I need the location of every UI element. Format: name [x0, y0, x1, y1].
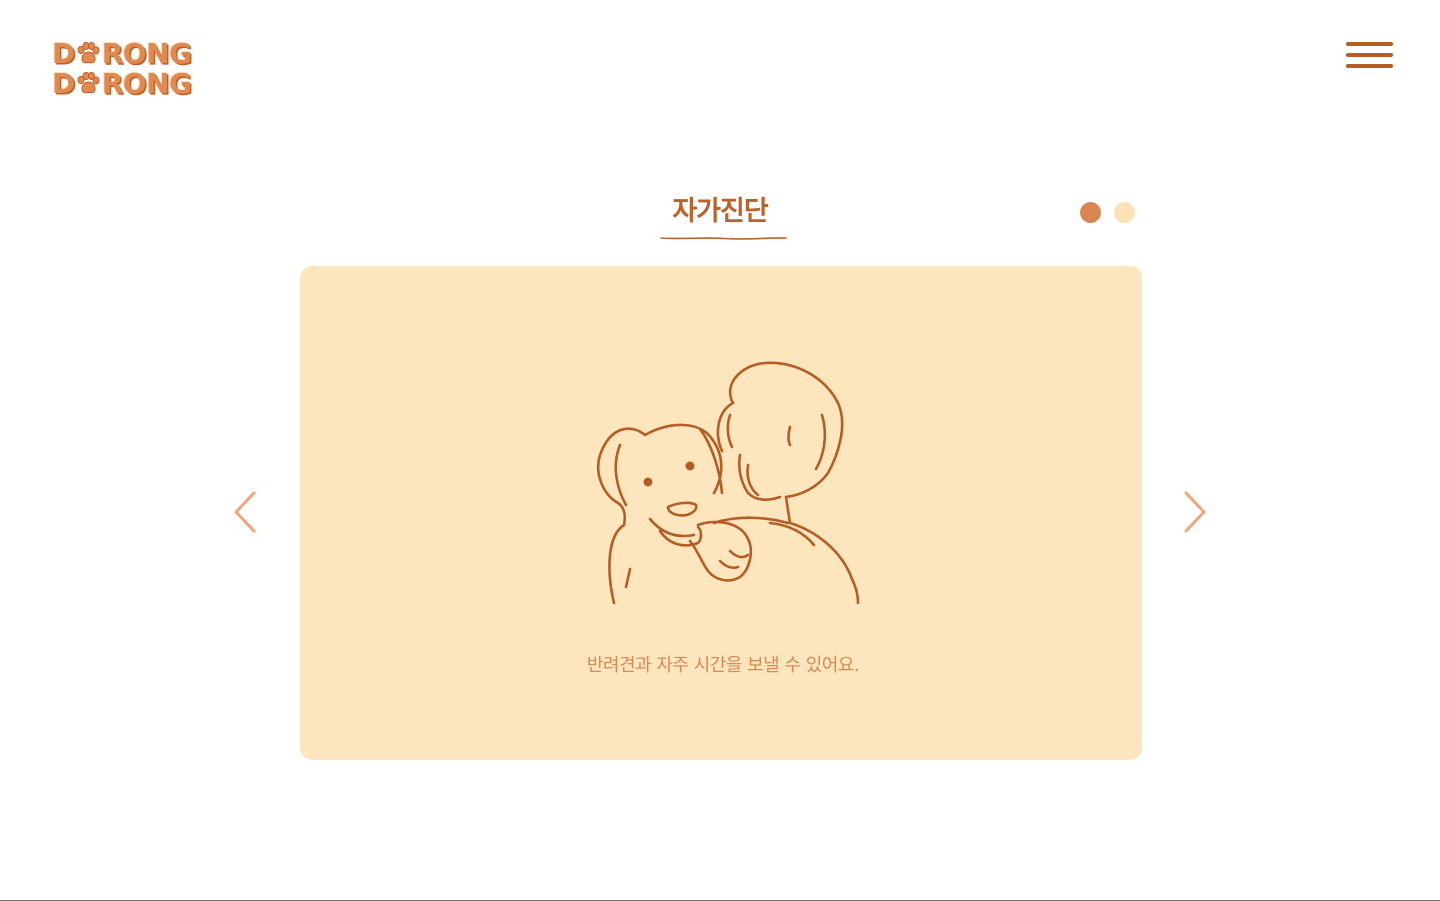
hamburger-bar — [1346, 53, 1393, 57]
logo-word-rong: RONG — [101, 67, 192, 100]
hamburger-bar — [1346, 64, 1393, 68]
pagination-dot-2[interactable] — [1114, 202, 1135, 223]
chevron-left-icon[interactable] — [232, 490, 258, 534]
logo[interactable]: D RONG D RONG — [52, 39, 202, 103]
pagination-dot-1-active[interactable] — [1080, 202, 1101, 223]
title-underline — [660, 237, 787, 240]
hamburger-bar — [1346, 42, 1393, 46]
logo-word-rong: RONG — [101, 37, 192, 70]
slide-caption: 반려견과 자주 시간을 보낼 수 있어요. — [586, 655, 860, 676]
paw-icon — [77, 71, 100, 94]
hamburger-menu-icon[interactable] — [1346, 42, 1393, 70]
chevron-right-icon[interactable] — [1182, 490, 1208, 534]
logo-line-1: D RONG — [52, 39, 202, 69]
paw-icon — [77, 41, 100, 64]
logo-letter-d: D — [52, 37, 75, 70]
person-hugging-dog-illustration — [597, 361, 860, 605]
page-title: 자가진단 — [672, 196, 768, 227]
logo-letter-d: D — [52, 67, 75, 100]
logo-line-2: D RONG — [52, 69, 202, 99]
